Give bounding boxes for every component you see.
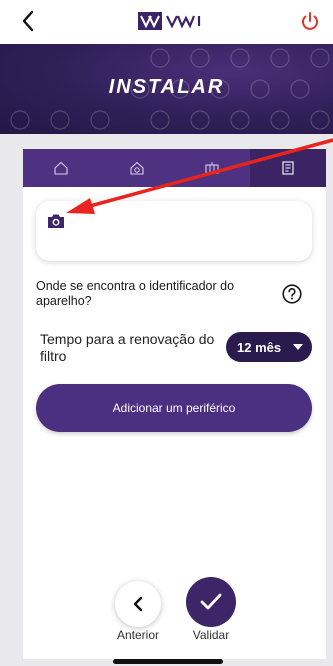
- power-icon: [302, 12, 318, 30]
- back-button[interactable]: [16, 8, 40, 34]
- chevron-left-icon: [133, 596, 143, 612]
- page-title: INSTALAR: [108, 76, 225, 98]
- question-circle-icon[interactable]: [282, 284, 302, 304]
- logo-mark-icon: [138, 12, 162, 30]
- tab-home[interactable]: [23, 149, 99, 187]
- previous-button[interactable]: [115, 581, 161, 627]
- camera-icon[interactable]: [47, 213, 65, 229]
- identifier-question-text: Onde se encontra o identificador do apar…: [36, 279, 235, 308]
- caret-down-icon: [293, 344, 303, 350]
- home-icon: [54, 161, 68, 175]
- page-banner: INSTALAR: [0, 44, 333, 134]
- home-indicator: [113, 659, 223, 664]
- app-logo: [138, 8, 206, 34]
- filter-renewal-label: Tempo para a renovação do filtro: [40, 331, 215, 364]
- identifier-question: Onde se encontra o identificador do apar…: [36, 279, 312, 315]
- tab-house-settings[interactable]: [99, 149, 175, 187]
- add-peripheral-button[interactable]: Adicionar um periférico: [36, 384, 312, 432]
- step-tabs: [23, 149, 326, 187]
- device-panel-icon: [282, 161, 294, 175]
- checkmark-icon: [200, 593, 222, 610]
- previous-label: Anterior: [116, 628, 160, 642]
- tab-unit[interactable]: [175, 149, 251, 187]
- logo-wordmark: [166, 15, 201, 29]
- photo-capture-field[interactable]: [36, 201, 312, 261]
- top-bar: [0, 0, 333, 44]
- chevron-left-icon: [22, 10, 34, 32]
- validate-button[interactable]: [186, 577, 236, 627]
- tab-device[interactable]: [250, 149, 326, 187]
- power-button[interactable]: [299, 10, 321, 32]
- filter-renewal-value: 12 mês: [237, 339, 282, 355]
- house-gear-icon: [130, 161, 144, 175]
- filter-renewal-select[interactable]: 12 mês: [226, 332, 312, 362]
- validate-label: Validar: [192, 628, 230, 642]
- fan-unit-icon: [205, 162, 219, 174]
